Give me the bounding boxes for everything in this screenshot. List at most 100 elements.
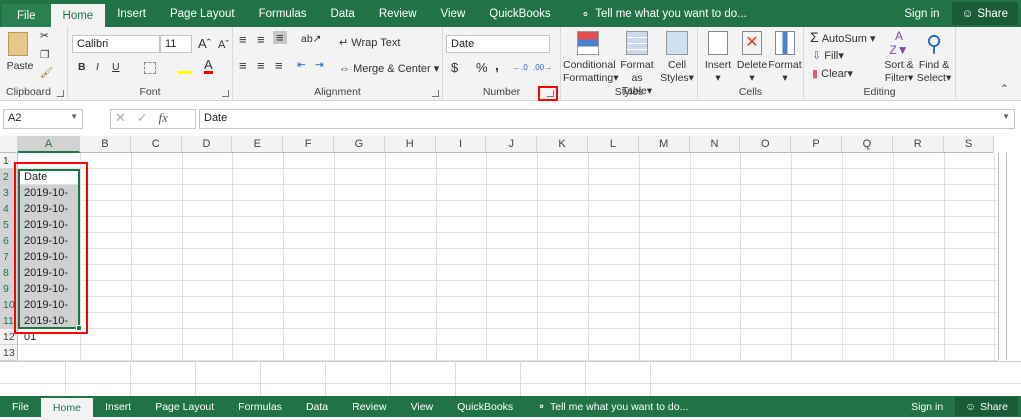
tab-view[interactable]: View: [399, 396, 446, 417]
tell-me-box[interactable]: ⚬ Tell me what you want to do...: [525, 396, 700, 417]
conditional-formatting-button[interactable]: Conditional Formatting▾: [563, 29, 618, 85]
tab-insert[interactable]: Insert: [105, 0, 158, 27]
insert-cells-button[interactable]: Insert ▾: [702, 29, 734, 85]
column-header[interactable]: M: [638, 136, 690, 153]
name-box[interactable]: A2 ▼: [3, 109, 83, 129]
formula-input[interactable]: Date ▼: [199, 109, 1015, 129]
fill-color-icon[interactable]: [178, 62, 192, 74]
decrease-indent-icon[interactable]: ⇤: [297, 59, 306, 72]
column-header[interactable]: A: [18, 136, 80, 153]
number-format-select[interactable]: Date: [446, 35, 550, 53]
tab-file[interactable]: File: [2, 4, 51, 27]
tab-insert[interactable]: Insert: [93, 396, 143, 417]
tab-page-layout[interactable]: Page Layout: [158, 0, 247, 27]
tab-data[interactable]: Data: [319, 0, 367, 27]
tab-formulas[interactable]: Formulas: [226, 396, 294, 417]
align-left-icon[interactable]: ≡: [239, 59, 247, 72]
merge-center-button[interactable]: ⇔ Merge & Center ▾: [339, 63, 439, 76]
tab-formulas[interactable]: Formulas: [247, 0, 319, 27]
tab-home[interactable]: Home: [50, 4, 106, 27]
column-gridline: [994, 153, 996, 361]
borders-icon[interactable]: [144, 62, 156, 74]
font-name-select[interactable]: Calibri: [72, 35, 160, 53]
column-header[interactable]: Q: [842, 136, 893, 153]
collapse-ribbon-icon[interactable]: ⌃: [1000, 83, 1009, 96]
tab-data[interactable]: Data: [294, 396, 340, 417]
find-select-button[interactable]: ⚲ Find & Select▾: [916, 29, 952, 85]
font-size-select[interactable]: 11: [160, 35, 192, 53]
column-header[interactable]: J: [486, 136, 538, 153]
middle-align-icon[interactable]: ≡: [257, 33, 265, 46]
column-header[interactable]: S: [943, 136, 995, 153]
tab-view[interactable]: View: [429, 0, 478, 27]
column-header[interactable]: L: [588, 136, 639, 153]
orientation-icon[interactable]: ab↗: [301, 33, 321, 46]
wrap-text-button[interactable]: ↵ Wrap Text: [339, 37, 400, 50]
tell-me-box[interactable]: ⚬ Tell me what you want to do...: [569, 0, 759, 27]
sign-in-link[interactable]: Sign in: [892, 0, 951, 27]
alignment-launcher[interactable]: [432, 90, 439, 97]
tab-file[interactable]: File: [0, 396, 41, 417]
column-header[interactable]: O: [740, 136, 792, 153]
column-header[interactable]: N: [689, 136, 741, 153]
align-center-icon[interactable]: ≡: [257, 59, 265, 72]
delete-cells-button[interactable]: ✕ Delete ▾: [736, 29, 768, 85]
tab-quickbooks[interactable]: QuickBooks: [477, 0, 562, 27]
tab-review[interactable]: Review: [340, 396, 398, 417]
column-header[interactable]: B: [80, 136, 131, 153]
tab-review[interactable]: Review: [367, 0, 429, 27]
increase-decimal-icon[interactable]: ←.0: [513, 61, 528, 74]
bottom-align-icon[interactable]: ≡: [273, 31, 287, 44]
column-header[interactable]: G: [334, 136, 385, 153]
tab-quickbooks[interactable]: QuickBooks: [445, 396, 525, 417]
font-color-icon[interactable]: A: [204, 58, 213, 74]
format-painter-icon[interactable]: 🖌: [40, 67, 53, 80]
sign-in-link[interactable]: Sign in: [899, 396, 955, 417]
column-header[interactable]: C: [130, 136, 182, 153]
bold-button[interactable]: B: [78, 61, 86, 74]
select-all-corner[interactable]: [0, 136, 18, 153]
tab-page-layout[interactable]: Page Layout: [143, 396, 226, 417]
column-header[interactable]: I: [435, 136, 487, 153]
top-align-icon[interactable]: ≡: [239, 33, 247, 46]
decrease-decimal-icon[interactable]: .00→: [533, 61, 552, 74]
currency-button[interactable]: $: [451, 61, 458, 74]
font-launcher[interactable]: [222, 90, 229, 97]
italic-button[interactable]: I: [96, 61, 99, 74]
lightbulb-icon: ⚬: [537, 400, 546, 413]
increase-indent-icon[interactable]: ⇥: [315, 59, 324, 72]
underline-button[interactable]: U: [112, 61, 120, 74]
format-cells-button[interactable]: Format ▾: [768, 29, 802, 85]
comma-button[interactable]: ,: [495, 58, 499, 72]
column-gridline: [588, 153, 589, 361]
fx-icon[interactable]: fx: [159, 110, 168, 125]
share-button[interactable]: ☺ Share: [955, 397, 1018, 416]
cell-styles-button[interactable]: Cell Styles▾: [659, 29, 695, 85]
clear-button[interactable]: ▮ Clear▾: [812, 68, 853, 81]
decrease-font-icon[interactable]: Aˇ: [218, 39, 229, 52]
cell-a13[interactable]: [20, 345, 78, 361]
clipboard-launcher[interactable]: [57, 90, 64, 97]
column-header[interactable]: R: [892, 136, 944, 153]
row-header[interactable]: 13: [0, 345, 18, 361]
cut-icon[interactable]: ✂: [40, 30, 49, 43]
column-header[interactable]: K: [537, 136, 588, 153]
tab-home[interactable]: Home: [40, 398, 93, 417]
sort-filter-button[interactable]: A Z▼ Sort & Filter▾: [882, 29, 916, 85]
column-header[interactable]: E: [232, 136, 284, 153]
copy-icon[interactable]: ❐: [40, 49, 49, 62]
autosum-button[interactable]: Σ AutoSum ▾: [810, 30, 876, 46]
cancel-icon[interactable]: ✕: [115, 110, 126, 125]
column-header[interactable]: P: [791, 136, 842, 153]
column-header[interactable]: F: [283, 136, 334, 153]
enter-icon[interactable]: ✓: [137, 110, 148, 125]
column-header[interactable]: D: [181, 136, 233, 153]
percent-button[interactable]: %: [476, 61, 488, 74]
paste-button[interactable]: Paste: [4, 60, 36, 73]
align-right-icon[interactable]: ≡: [275, 59, 283, 72]
column-header[interactable]: H: [384, 136, 436, 153]
share-button[interactable]: ☺ Share: [951, 2, 1018, 25]
increase-font-icon[interactable]: Aˆ: [198, 37, 211, 50]
vertical-scrollbar[interactable]: [998, 153, 1007, 360]
fill-button[interactable]: ⇩ Fill▾: [812, 50, 844, 63]
